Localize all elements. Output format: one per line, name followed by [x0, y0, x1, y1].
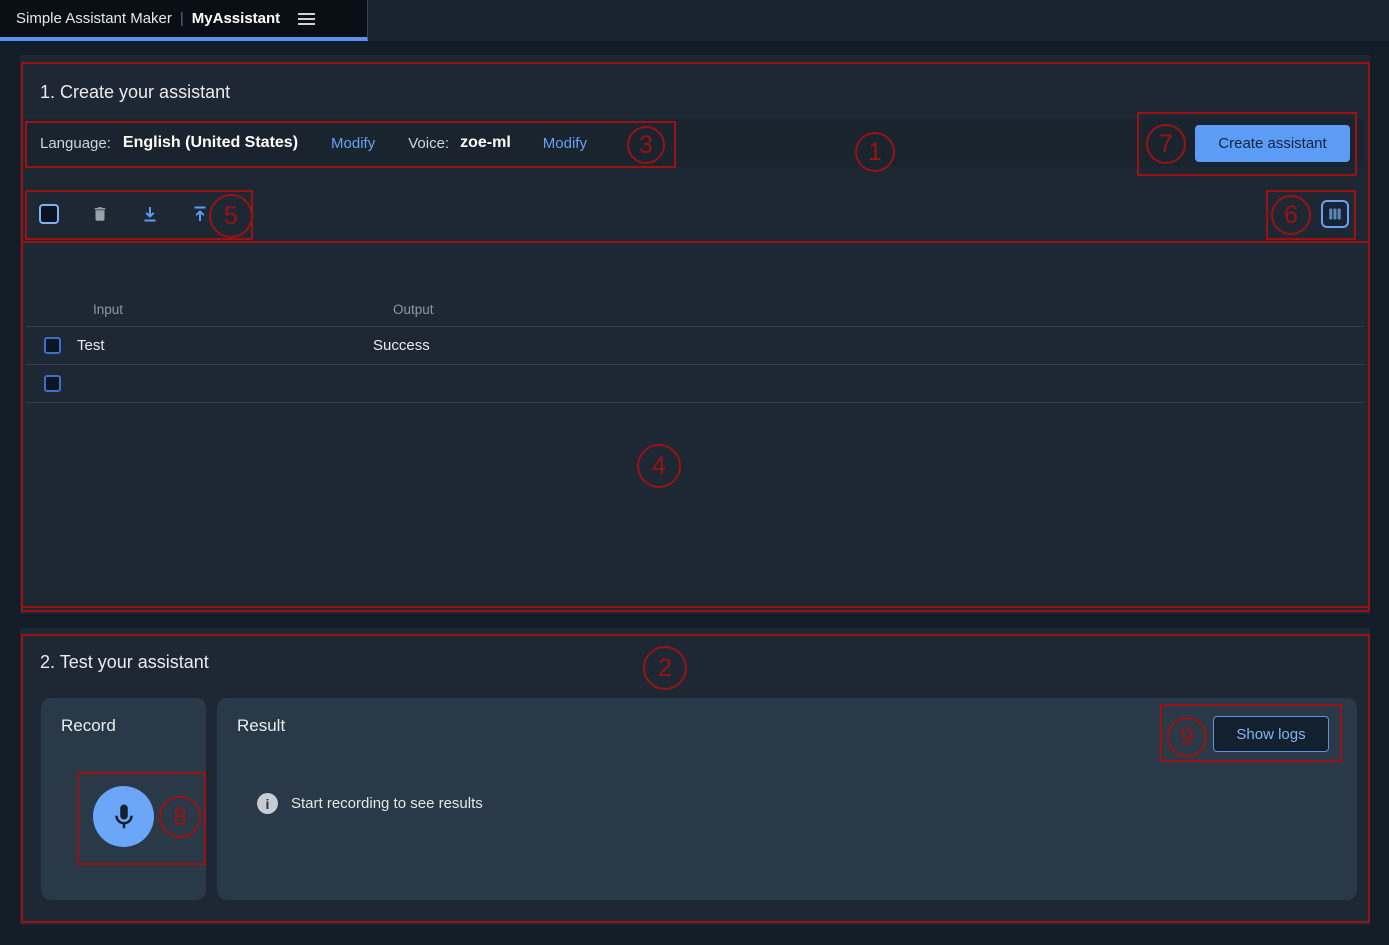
record-panel: Record — [41, 698, 206, 900]
result-title: Result — [237, 716, 285, 736]
download-icon[interactable] — [141, 205, 159, 223]
trash-icon[interactable] — [91, 205, 109, 223]
assistant-name: MyAssistant — [192, 10, 280, 27]
top-bar: Simple Assistant Maker | MyAssistant — [0, 0, 1389, 41]
columns-icon — [1327, 206, 1343, 222]
view-columns-button[interactable] — [1321, 200, 1349, 228]
table-row[interactable] — [26, 365, 1364, 403]
column-header-input: Input — [93, 302, 123, 317]
cell-output: Success — [373, 337, 430, 354]
create-assistant-section: 1. Create your assistant Language: Engli… — [20, 55, 1370, 614]
voice-label: Voice: — [408, 135, 449, 152]
row-checkbox[interactable] — [44, 337, 61, 354]
row-checkbox[interactable] — [44, 375, 61, 392]
section1-heading: 1. Create your assistant — [40, 82, 230, 103]
cell-input: Test — [77, 337, 105, 354]
table-row[interactable]: Test Success — [26, 327, 1364, 365]
table-toolbar — [26, 189, 1364, 239]
section2-heading: 2. Test your assistant — [40, 652, 209, 673]
voice-value: zoe-ml — [460, 134, 511, 152]
select-all-checkbox[interactable] — [39, 204, 59, 224]
empty-result-text: Start recording to see results — [291, 795, 483, 812]
create-assistant-button[interactable]: Create assistant — [1195, 125, 1350, 162]
upload-icon[interactable] — [191, 205, 209, 223]
test-assistant-section: 2. Test your assistant Record Result Sho… — [20, 628, 1370, 925]
language-modify-link[interactable]: Modify — [331, 135, 375, 152]
hamburger-menu-icon[interactable] — [296, 9, 317, 29]
record-title: Record — [61, 716, 116, 736]
language-value: English (United States) — [123, 134, 298, 152]
settings-bar: Language: English (United States) Modify… — [26, 119, 1364, 167]
title-separator: | — [180, 10, 184, 27]
info-icon: i — [257, 793, 278, 814]
record-microphone-button[interactable] — [93, 786, 154, 847]
language-label: Language: — [40, 135, 111, 152]
app-tab[interactable]: Simple Assistant Maker | MyAssistant — [0, 0, 368, 41]
result-panel: Result Show logs i Start recording to se… — [217, 698, 1357, 900]
show-logs-button[interactable]: Show logs — [1213, 716, 1329, 752]
column-header-output: Output — [393, 302, 434, 317]
voice-modify-link[interactable]: Modify — [543, 135, 587, 152]
io-table: Test Success — [26, 326, 1364, 403]
microphone-icon — [109, 802, 139, 832]
empty-result-message: i Start recording to see results — [257, 793, 483, 814]
app-title: Simple Assistant Maker — [16, 10, 172, 27]
